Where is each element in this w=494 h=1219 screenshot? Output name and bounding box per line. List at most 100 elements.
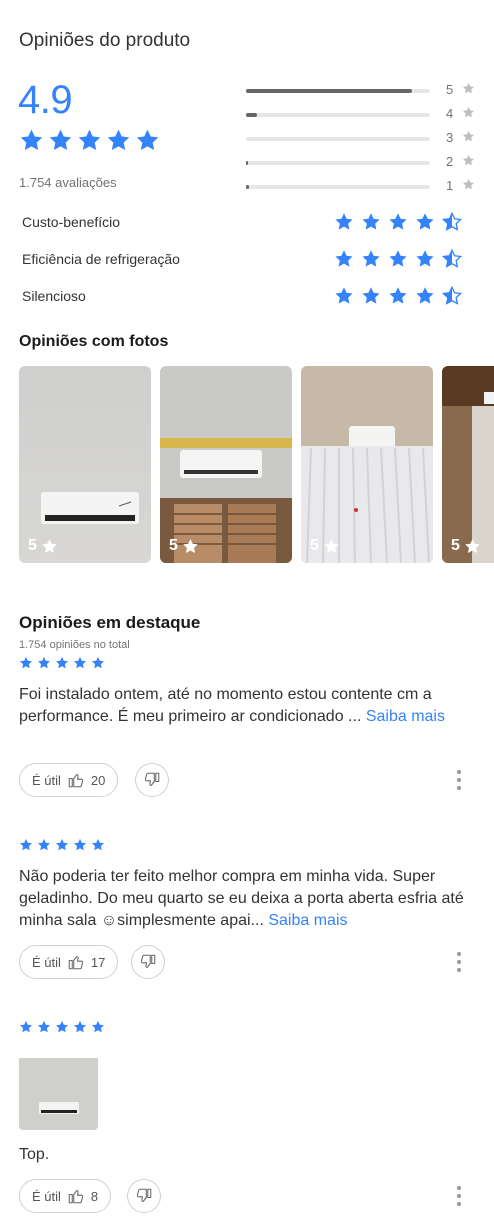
- useful-button[interactable]: É útil 17: [19, 945, 119, 979]
- not-useful-button[interactable]: [135, 763, 169, 797]
- more-options-icon[interactable]: [456, 770, 462, 790]
- star-icon: [323, 538, 340, 555]
- useful-count: 17: [90, 954, 106, 970]
- star-icon: [37, 838, 51, 852]
- photo-rating-badge: 5: [169, 537, 199, 555]
- distribution-fill: [246, 161, 248, 165]
- attribute-stars: [334, 212, 462, 232]
- attribute-stars: [334, 286, 462, 306]
- attribute-name: Custo-benefício: [22, 214, 121, 230]
- distribution-label: 4: [446, 106, 454, 121]
- more-options-icon[interactable]: [456, 1186, 462, 1206]
- distribution-row: 4: [246, 104, 486, 128]
- star-icon: [19, 1020, 33, 1034]
- useful-label: É útil: [32, 772, 61, 788]
- star-icon: [388, 286, 408, 306]
- star-icon: [37, 656, 51, 670]
- star-icon: [55, 838, 69, 852]
- photos-section-title: Opiniões com fotos: [19, 333, 169, 350]
- star-icon: [334, 286, 354, 306]
- photo-carousel[interactable]: 5 5 5 5: [19, 366, 494, 563]
- distribution-track: [246, 161, 430, 165]
- distribution-track: [246, 185, 430, 189]
- star-icon: [361, 212, 381, 232]
- review-body: Top.: [19, 1146, 50, 1163]
- review-photo-thumbnail[interactable]: [19, 1050, 98, 1130]
- page-title: Opiniões do produto: [19, 30, 191, 51]
- star-icon: [37, 1020, 51, 1034]
- not-useful-button[interactable]: [127, 1179, 161, 1213]
- photo-rating-badge: 5: [28, 537, 58, 555]
- star-icon: [415, 249, 435, 269]
- review-photo[interactable]: 5: [19, 366, 151, 563]
- attribute-row: Custo-benefício: [22, 212, 472, 236]
- star-icon: [55, 656, 69, 670]
- review-text: Foi instalado ontem, até no momento esto…: [19, 684, 479, 728]
- star-icon: [462, 154, 475, 167]
- read-more-link[interactable]: Saiba mais: [268, 912, 347, 929]
- star-icon: [388, 212, 408, 232]
- photo-rating-badge: 5: [310, 537, 340, 555]
- review-photo[interactable]: 5: [442, 366, 494, 563]
- star-icon: [73, 1020, 87, 1034]
- star-icon: [462, 106, 475, 119]
- star-icon: [77, 128, 102, 153]
- distribution-fill: [246, 89, 412, 93]
- review-photo[interactable]: 5: [160, 366, 292, 563]
- photo-rating-badge: 5: [451, 537, 481, 555]
- distribution-label: 2: [446, 154, 454, 169]
- read-more-link[interactable]: Saiba mais: [366, 708, 445, 725]
- attribute-name: Eficiência de refrigeração: [22, 251, 180, 267]
- star-icon: [464, 538, 481, 555]
- photo-rating: 5: [451, 537, 460, 554]
- rating-distribution: 5 4 3 2 1: [246, 80, 486, 200]
- photo-image: [301, 366, 433, 563]
- star-icon: [361, 249, 381, 269]
- useful-label: É útil: [32, 954, 61, 970]
- star-icon: [135, 128, 160, 153]
- attribute-row: Eficiência de refrigeração: [22, 249, 472, 273]
- distribution-label: 1: [446, 178, 454, 193]
- review-text: Top.: [19, 1144, 479, 1166]
- photo-rating: 5: [310, 537, 319, 554]
- useful-count: 8: [90, 1188, 99, 1204]
- distribution-row: 5: [246, 80, 486, 104]
- star-icon: [91, 656, 105, 670]
- useful-button[interactable]: É útil 20: [19, 763, 119, 797]
- star-icon: [41, 538, 58, 555]
- distribution-row: 3: [246, 128, 486, 152]
- star-icon: [415, 212, 435, 232]
- star-icon: [19, 128, 44, 153]
- star-icon: [462, 130, 475, 143]
- star-icon: [361, 286, 381, 306]
- star-icon: [462, 82, 475, 95]
- star-icon: [415, 286, 435, 306]
- review-body: Não poderia ter feito melhor compra em m…: [19, 868, 464, 929]
- star-icon: [182, 538, 199, 555]
- thumbs-down-icon: [143, 771, 161, 789]
- useful-button[interactable]: É útil 8: [19, 1179, 112, 1213]
- attribute-stars: [334, 249, 462, 269]
- photo-image: [160, 366, 292, 563]
- star-icon: [442, 212, 462, 232]
- not-useful-button[interactable]: [131, 945, 165, 979]
- thumbs-up-icon: [67, 771, 85, 789]
- photo-image: [19, 1050, 98, 1130]
- star-icon: [73, 838, 87, 852]
- distribution-fill: [246, 185, 249, 189]
- distribution-track: [246, 89, 430, 93]
- rating-count: 1.754 avaliações: [19, 175, 117, 190]
- review-photo[interactable]: 5: [301, 366, 433, 563]
- review-stars: [19, 1020, 105, 1034]
- review-text: Não poderia ter feito melhor compra em m…: [19, 866, 479, 932]
- average-stars: [19, 128, 160, 153]
- thumbs-down-icon: [139, 953, 157, 971]
- review-stars: [19, 838, 105, 852]
- photo-rating: 5: [28, 537, 37, 554]
- thumbs-up-icon: [67, 1187, 85, 1205]
- useful-count: 20: [90, 772, 106, 788]
- featured-subtitle: 1.754 opiniões no total: [19, 639, 130, 651]
- more-options-icon[interactable]: [456, 952, 462, 972]
- review-stars: [19, 656, 105, 670]
- star-icon: [334, 249, 354, 269]
